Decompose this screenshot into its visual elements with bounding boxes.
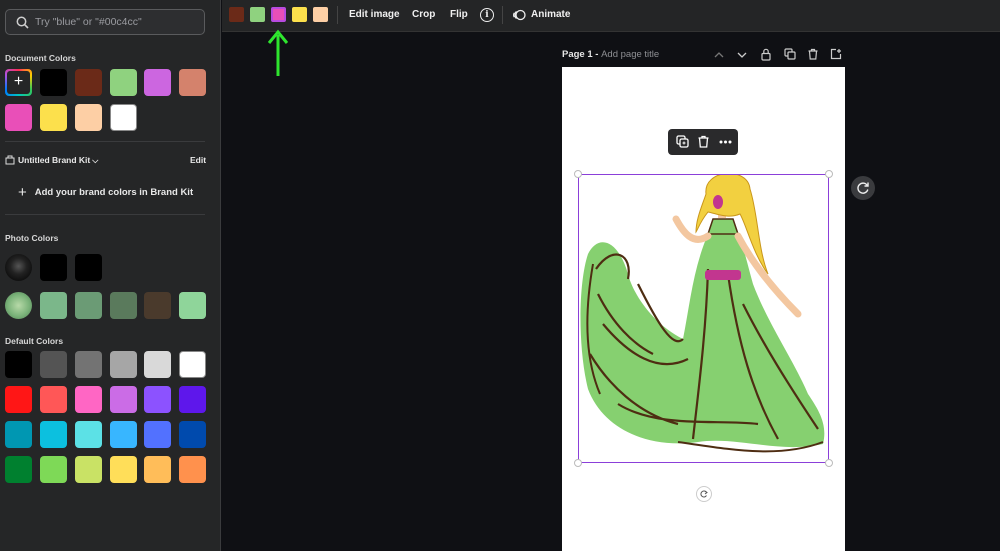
color-swatch[interactable]: [5, 456, 32, 483]
chevron-up-icon[interactable]: [714, 51, 724, 59]
animate-icon: [512, 9, 526, 21]
color-swatch[interactable]: [110, 421, 137, 448]
page-header: Page 1 - Add page title: [562, 49, 660, 60]
divider: [5, 141, 205, 142]
color-swatch[interactable]: [179, 69, 206, 96]
annotation-arrow-icon: [267, 29, 289, 76]
document-colors-heading: Document Colors: [5, 53, 76, 63]
info-icon[interactable]: i: [480, 8, 494, 22]
rotate-icon: [700, 490, 708, 498]
search-icon: [16, 16, 29, 29]
add-page-icon[interactable]: [830, 48, 842, 60]
color-swatch[interactable]: [292, 7, 307, 22]
element-context-toolbar: [668, 129, 738, 155]
color-swatch[interactable]: [110, 292, 137, 319]
resize-handle[interactable]: [825, 170, 833, 178]
color-swatch[interactable]: [250, 7, 265, 22]
color-swatch[interactable]: [40, 421, 67, 448]
selected-color-swatch[interactable]: [271, 7, 286, 22]
color-swatch[interactable]: [110, 456, 137, 483]
photo-thumbnail[interactable]: [5, 292, 32, 319]
color-swatch[interactable]: [5, 421, 32, 448]
color-swatch[interactable]: [40, 351, 67, 378]
photo-thumbnail[interactable]: [5, 254, 32, 281]
color-swatch[interactable]: [144, 351, 171, 378]
page-title-input[interactable]: Add page title: [601, 49, 659, 60]
color-swatch[interactable]: [179, 386, 206, 413]
color-swatch[interactable]: [5, 351, 32, 378]
color-swatch[interactable]: [5, 104, 32, 131]
toolbar-divider: [337, 6, 338, 24]
color-swatch[interactable]: [5, 386, 32, 413]
default-colors-heading: Default Colors: [5, 336, 64, 346]
color-swatch[interactable]: [75, 456, 102, 483]
add-color-button[interactable]: +: [5, 69, 32, 96]
color-swatch[interactable]: [179, 351, 206, 378]
brand-kit-edit-link[interactable]: Edit: [190, 155, 206, 165]
add-brand-colors-button[interactable]: + Add your brand colors in Brand Kit: [18, 184, 193, 201]
color-swatch[interactable]: [179, 456, 206, 483]
resize-handle[interactable]: [574, 170, 582, 178]
brand-kit-icon: [5, 155, 15, 165]
more-options-icon[interactable]: [719, 140, 732, 144]
brand-kit-dropdown[interactable]: Untitled Brand Kit ⌵: [5, 155, 98, 166]
color-swatch[interactable]: [313, 7, 328, 22]
resize-handle[interactable]: [825, 459, 833, 467]
plus-icon: +: [18, 184, 27, 201]
chevron-down-icon: ⌵: [92, 156, 99, 165]
refresh-icon: [857, 182, 869, 194]
color-swatch[interactable]: [110, 104, 137, 131]
color-swatch[interactable]: [144, 456, 171, 483]
color-swatch[interactable]: [40, 456, 67, 483]
top-toolbar: Edit image Crop Flip i Animate: [222, 0, 1000, 32]
toolbar-divider: [502, 6, 503, 24]
duplicate-page-icon[interactable]: [784, 48, 796, 60]
search-placeholder: Try "blue" or "#00c4cc": [35, 16, 142, 28]
refresh-button[interactable]: [851, 176, 875, 200]
rotate-handle[interactable]: [696, 486, 712, 502]
color-swatch[interactable]: [179, 292, 206, 319]
color-swatch[interactable]: [75, 386, 102, 413]
color-swatch[interactable]: [110, 351, 137, 378]
trash-icon[interactable]: [697, 135, 710, 148]
color-swatch[interactable]: [75, 421, 102, 448]
color-swatch[interactable]: [75, 69, 102, 96]
lock-icon[interactable]: [760, 48, 772, 61]
chevron-down-icon[interactable]: [737, 51, 747, 59]
color-swatch[interactable]: [75, 254, 102, 281]
color-swatch[interactable]: [229, 7, 244, 22]
duplicate-icon[interactable]: [676, 135, 689, 148]
selection-box: [578, 174, 829, 463]
color-swatch[interactable]: [144, 292, 171, 319]
color-swatch[interactable]: [144, 421, 171, 448]
crop-button[interactable]: Crop: [412, 9, 435, 20]
divider: [5, 214, 205, 215]
color-panel: Try "blue" or "#00c4cc" Document Colors …: [0, 0, 221, 551]
color-swatch[interactable]: [144, 386, 171, 413]
color-swatch[interactable]: [40, 292, 67, 319]
edit-image-button[interactable]: Edit image: [349, 9, 400, 20]
color-swatch[interactable]: [40, 386, 67, 413]
color-swatch[interactable]: [179, 421, 206, 448]
color-swatch[interactable]: [75, 351, 102, 378]
photo-colors-heading: Photo Colors: [5, 233, 59, 243]
plus-icon: +: [13, 73, 24, 90]
color-swatch[interactable]: [110, 69, 137, 96]
color-swatch[interactable]: [75, 292, 102, 319]
color-swatch[interactable]: [40, 104, 67, 131]
flip-button[interactable]: Flip: [450, 9, 468, 20]
color-swatch[interactable]: [75, 104, 102, 131]
color-swatch[interactable]: [110, 386, 137, 413]
color-search-input[interactable]: Try "blue" or "#00c4cc": [5, 9, 205, 35]
color-swatch[interactable]: [144, 69, 171, 96]
color-swatch[interactable]: [40, 254, 67, 281]
resize-handle[interactable]: [574, 459, 582, 467]
delete-page-icon[interactable]: [807, 48, 819, 60]
color-swatch[interactable]: [40, 69, 67, 96]
